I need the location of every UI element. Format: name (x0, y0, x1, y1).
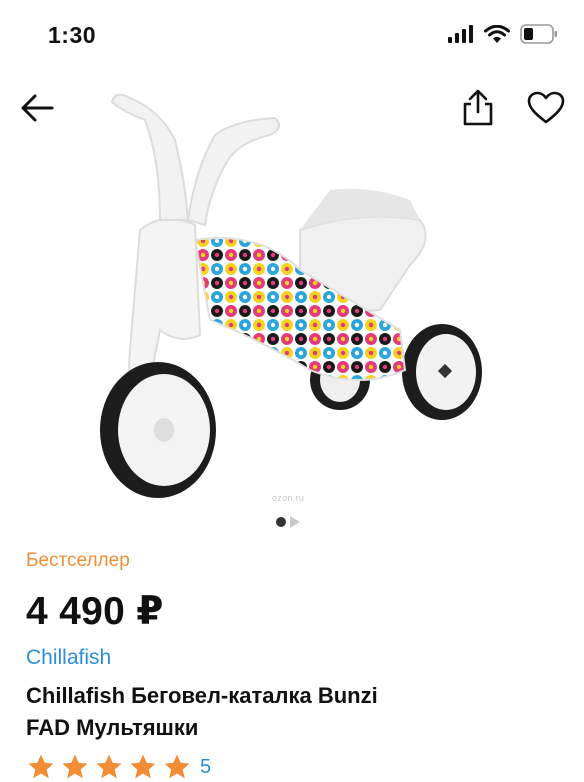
pagination-next-indicator[interactable] (290, 516, 300, 528)
signal-icon (448, 25, 473, 43)
star-icon (164, 754, 190, 779)
back-arrow-icon (21, 94, 54, 122)
pagination-dot-active[interactable] (276, 517, 286, 527)
star-icon (28, 754, 54, 779)
favorite-button[interactable] (526, 90, 566, 126)
image-watermark: ozon.ru (272, 493, 305, 503)
product-image[interactable] (0, 80, 584, 510)
status-bar: 1:30 (0, 0, 584, 70)
share-button[interactable] (460, 88, 496, 128)
product-title: Chillafish Беговел-каталка Bunzi FAD Мул… (26, 680, 556, 744)
product-title-line-2: FAD Мультяшки (26, 715, 199, 740)
bestseller-badge: Бестселлер (26, 550, 130, 571)
back-button[interactable] (18, 88, 58, 128)
rating[interactable]: 5 (26, 752, 211, 782)
status-time: 1:30 (48, 22, 97, 48)
product-title-line-1: Chillafish Беговел-каталка Bunzi (26, 683, 378, 708)
battery-icon (520, 24, 557, 44)
rating-count[interactable]: 5 (200, 756, 211, 779)
star-icon (96, 754, 122, 779)
gallery-pagination[interactable] (276, 516, 300, 528)
star-icon (130, 754, 156, 779)
share-icon (463, 89, 493, 126)
wifi-icon (484, 24, 510, 43)
status-icons (448, 24, 558, 44)
brand-link[interactable]: Chillafish (26, 646, 111, 670)
product-price: 4 490 ₽ (26, 590, 164, 633)
star-icon (62, 754, 88, 779)
heart-icon (527, 91, 565, 124)
